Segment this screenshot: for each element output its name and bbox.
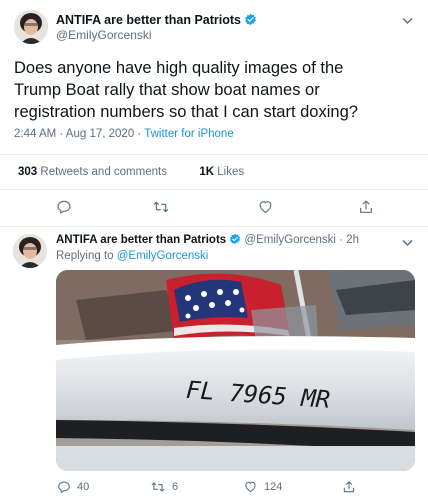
- share-button[interactable]: [342, 480, 356, 494]
- retweets-label: Retweets and comments: [40, 166, 167, 178]
- share-button[interactable]: [358, 199, 374, 215]
- verified-badge-icon: [229, 233, 241, 248]
- tweet-source[interactable]: Twitter for iPhone: [144, 128, 233, 140]
- avatar[interactable]: [13, 234, 47, 268]
- likes-label: Likes: [217, 166, 245, 178]
- tweet-time[interactable]: 2h: [346, 234, 359, 246]
- tweet-text: Does anyone have high quality images of …: [14, 59, 358, 121]
- replying-label: Replying to: [56, 250, 117, 262]
- replying-to: Replying to @EmilyGorcenski: [56, 250, 208, 262]
- divider: [0, 226, 428, 227]
- retweet-button[interactable]: [152, 199, 170, 215]
- divider: [0, 189, 428, 190]
- reply-icon: [58, 481, 70, 493]
- boat-photo: FL 7965 MR: [56, 270, 415, 471]
- avatar[interactable]: [14, 10, 48, 44]
- chevron-down-icon[interactable]: [402, 14, 413, 28]
- handle[interactable]: @EmilyGorcenski: [244, 234, 336, 246]
- retweets-stat[interactable]: 303 Retweets and comments: [18, 166, 167, 178]
- meta-separator: ·: [134, 128, 145, 140]
- likes-stat[interactable]: 1K Likes: [199, 166, 244, 178]
- retweet-icon: [151, 482, 165, 492]
- tweet-author[interactable]: ANTIFA are better than Patriots @EmilyGo…: [56, 233, 359, 248]
- heart-icon: [259, 201, 272, 213]
- retweet-count: 6: [172, 481, 179, 493]
- handle[interactable]: @EmilyGorcenski: [56, 28, 152, 42]
- like-count: 124: [264, 481, 283, 493]
- avatar-image: [14, 10, 48, 44]
- reply-count: 40: [77, 481, 90, 493]
- avatar-image: [13, 234, 47, 268]
- tweet-time[interactable]: 2:44 AM: [14, 128, 56, 140]
- meta-separator: ·: [56, 128, 66, 140]
- like-button[interactable]: [257, 199, 274, 215]
- likes-count: 1K: [199, 166, 215, 178]
- retweet-icon: [153, 201, 169, 213]
- retweets-count: 303: [18, 166, 38, 178]
- retweet-button[interactable]: 6: [150, 480, 178, 494]
- share-icon: [360, 200, 372, 213]
- share-icon: [343, 481, 355, 493]
- tweet-date[interactable]: Aug 17, 2020: [66, 128, 134, 140]
- like-button[interactable]: 124: [243, 480, 282, 494]
- tweet-media-image[interactable]: FL 7965 MR: [56, 270, 415, 471]
- display-name[interactable]: ANTIFA are better than Patriots: [56, 13, 241, 27]
- heart-icon: [245, 481, 256, 493]
- meta-separator: ·: [335, 234, 347, 246]
- verified-badge-icon: [244, 13, 257, 31]
- tweet-meta: 2:44 AM · Aug 17, 2020 · Twitter for iPh…: [14, 128, 234, 140]
- divider: [0, 154, 428, 155]
- chevron-down-icon[interactable]: [402, 236, 413, 250]
- display-name[interactable]: ANTIFA are better than Patriots: [56, 234, 226, 246]
- tweet-stats: 303 Retweets and comments 1K Likes: [18, 166, 244, 178]
- reply-button[interactable]: [56, 199, 72, 215]
- reply-icon: [57, 200, 71, 214]
- replying-handle[interactable]: @EmilyGorcenski: [117, 250, 209, 262]
- reply-button[interactable]: 40: [57, 480, 89, 494]
